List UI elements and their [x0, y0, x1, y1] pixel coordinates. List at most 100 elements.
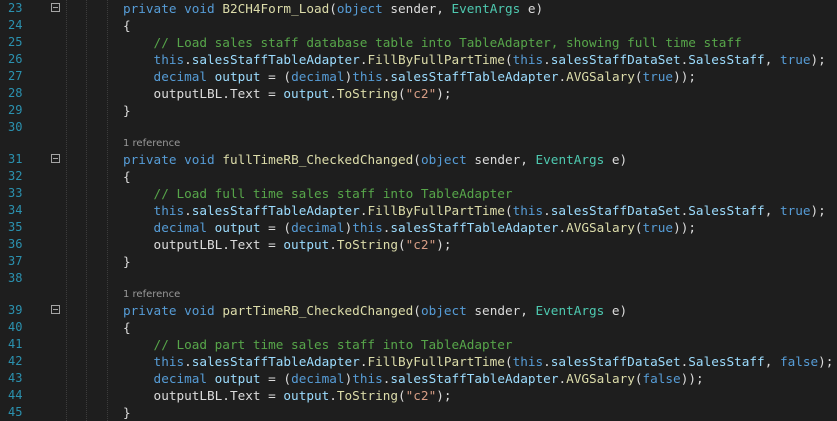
code-token: .	[329, 237, 337, 252]
code-text: }	[123, 102, 131, 119]
code-line[interactable]: 27 decimal output = (decimal)this.salesS…	[0, 68, 837, 85]
code-line[interactable]: 30	[0, 119, 837, 136]
code-token: FillByFullPartTime	[367, 354, 505, 369]
code-token: // Load sales staff database table into …	[123, 35, 742, 50]
code-line[interactable]: 28 outputLBL.Text = output.ToString("c2"…	[0, 85, 837, 102]
code-token: output	[214, 371, 261, 386]
code-token: .	[558, 220, 567, 235]
code-token: );	[818, 354, 834, 369]
code-line[interactable]: 40 {	[0, 319, 837, 336]
code-token: private	[123, 152, 177, 167]
code-token: true	[642, 220, 674, 235]
reference-codelens[interactable]: 1 reference	[123, 137, 180, 151]
code-token: );	[436, 86, 452, 101]
line-number: 38	[8, 271, 23, 285]
code-token: ));	[673, 220, 696, 235]
code-token: outputLBL.Text =	[123, 237, 284, 252]
code-text: // Load part time sales staff into Table…	[123, 336, 513, 353]
indent-guide	[107, 0, 108, 421]
code-token: B2CH4Form_Load	[222, 1, 330, 16]
collapse-icon[interactable]	[51, 3, 60, 12]
code-line[interactable]: 34 this.salesStaffTableAdapter.FillByFul…	[0, 202, 837, 219]
code-line[interactable]: 35 decimal output = (decimal)this.salesS…	[0, 219, 837, 236]
code-token: this	[512, 52, 544, 67]
code-line[interactable]: 39 private void partTimeRB_CheckedChanged…	[0, 302, 837, 319]
code-token: this	[352, 220, 383, 235]
code-line[interactable]: 37}	[0, 253, 837, 270]
code-token: (	[413, 303, 421, 318]
code-token: object	[420, 152, 467, 167]
code-line[interactable]: 36 outputLBL.Text = output.ToString("c2"…	[0, 236, 837, 253]
code-text: }	[123, 404, 131, 421]
line-number: 25	[8, 35, 23, 49]
code-token: (	[634, 69, 643, 84]
code-token: .	[184, 52, 192, 67]
code-token: salesStaffTableAdapter	[191, 203, 360, 218]
code-line[interactable]: 25 // Load sales staff database table in…	[0, 34, 837, 51]
code-token: = (	[260, 220, 292, 235]
code-token: SalesStaff	[688, 52, 765, 67]
code-token: FillByFullPartTime	[367, 203, 505, 218]
code-line[interactable]: 43 decimal output = (decimal)this.salesS…	[0, 370, 837, 387]
code-token: this	[352, 371, 383, 386]
code-token: ));	[673, 69, 696, 84]
collapse-icon[interactable]	[51, 305, 60, 314]
code-line[interactable]: 31 private void fullTimeRB_CheckedChanged…	[0, 151, 837, 168]
code-token: partTimeRB_CheckedChanged	[222, 303, 414, 318]
line-number: 28	[8, 86, 23, 100]
code-line[interactable]: 44 outputLBL.Text = output.ToString("c2"…	[0, 387, 837, 404]
code-line[interactable]: 24 {	[0, 17, 837, 34]
code-token: {	[123, 169, 131, 184]
code-token: this	[123, 203, 185, 218]
code-token: salesStaffTableAdapter	[191, 354, 360, 369]
code-text: {	[123, 17, 131, 34]
code-line[interactable]: 38	[0, 270, 837, 287]
code-token: true	[779, 203, 811, 218]
code-token: (	[398, 237, 406, 252]
code-line[interactable]: 41 // Load part time sales staff into Ta…	[0, 336, 837, 353]
code-line[interactable]: 23 private void B2CH4Form_Load(object sen…	[0, 0, 837, 17]
code-token: AVGSalary	[566, 69, 635, 84]
code-token: private	[123, 303, 177, 318]
code-token: void	[184, 303, 215, 318]
code-token: "c2"	[405, 86, 437, 101]
line-number: 31	[8, 152, 23, 166]
code-token: }	[123, 405, 131, 420]
code-token: output	[214, 220, 261, 235]
collapse-icon[interactable]	[51, 154, 60, 163]
line-number: 34	[8, 203, 23, 217]
code-token: ToString	[336, 237, 399, 252]
line-number: 36	[8, 237, 23, 251]
code-token: object	[336, 1, 383, 16]
line-number: 30	[8, 120, 23, 134]
code-line[interactable]: 26 this.salesStaffTableAdapter.FillByFul…	[0, 51, 837, 68]
line-number: 41	[8, 337, 23, 351]
code-token: object	[420, 303, 467, 318]
code-line[interactable]: 42 this.salesStaffTableAdapter.FillByFul…	[0, 353, 837, 370]
code-token: void	[184, 1, 215, 16]
code-token: }	[123, 103, 131, 118]
line-number: 39	[8, 303, 23, 317]
code-line[interactable]: 45}	[0, 404, 837, 421]
code-token: output	[283, 86, 330, 101]
code-token: .	[329, 86, 337, 101]
indent-guide	[66, 0, 67, 421]
code-line[interactable]: 33 // Load full time sales staff into Ta…	[0, 185, 837, 202]
reference-codelens[interactable]: 1 reference	[123, 288, 180, 302]
code-token: sender,	[466, 152, 536, 167]
code-token: output	[214, 69, 261, 84]
code-token: ,	[764, 52, 780, 67]
code-token: ,	[764, 354, 780, 369]
code-line[interactable]: 29}	[0, 102, 837, 119]
code-editor[interactable]: 23 private void B2CH4Form_Load(object sen…	[0, 0, 837, 421]
code-token: ));	[680, 371, 704, 386]
code-token: AVGSalary	[566, 371, 635, 386]
code-token: = (	[260, 69, 292, 84]
code-token: (	[329, 1, 337, 16]
code-token: EventArgs	[535, 152, 605, 167]
code-text: this.salesStaffTableAdapter.FillByFullPa…	[123, 51, 826, 68]
code-line[interactable]: 32 {	[0, 168, 837, 185]
